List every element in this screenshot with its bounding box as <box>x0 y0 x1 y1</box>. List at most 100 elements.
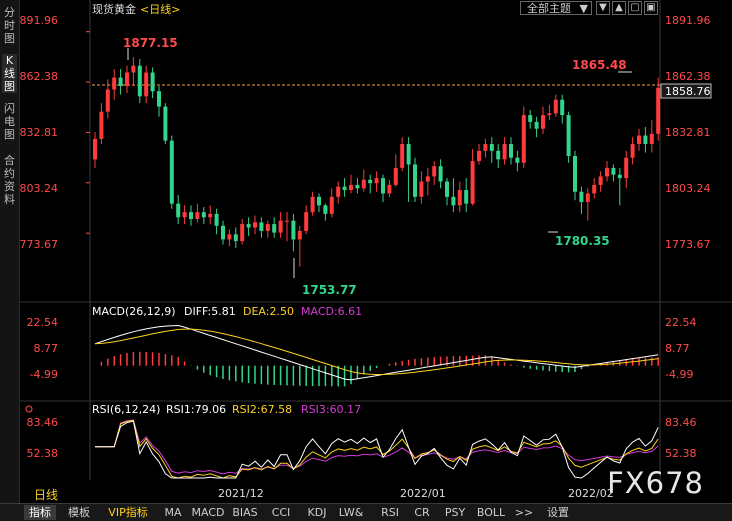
annotation-recent-low: 1780.35 <box>555 234 610 248</box>
side-tab-contract-info[interactable]: 合约资料 <box>2 154 17 206</box>
rsi1-line <box>95 420 659 479</box>
candle-body <box>649 133 654 145</box>
rsi-axis-left-2: 52.38 <box>27 447 59 460</box>
tab-rsi[interactable]: RSI <box>376 505 404 520</box>
candle-body <box>393 167 398 185</box>
side-tab-flash[interactable]: 闪电图 <box>2 102 17 141</box>
rsi-axis-right-1: 83.46 <box>665 416 697 429</box>
rsi1-value: RSI1:79.06 <box>166 403 226 416</box>
price-chart[interactable]: 现货黄金 <日线> 1891.96 1862.38 1832.81 1803.2… <box>20 0 732 503</box>
candle-body <box>278 220 283 233</box>
tab-boll[interactable]: BOLL <box>474 505 508 520</box>
candle-body <box>374 178 379 184</box>
price-axis-right-2: 1862.38 <box>665 70 711 83</box>
macd-dea-value: DEA:2.50 <box>243 305 294 318</box>
candle-body <box>259 222 264 231</box>
candle-body <box>489 144 494 151</box>
price-axis-right-1: 1891.96 <box>665 14 711 27</box>
side-tab-timeshare[interactable]: 分时图 <box>2 6 17 45</box>
side-tab-kline[interactable]: K线图 <box>2 54 17 93</box>
candle-body <box>246 224 251 228</box>
candle-body <box>329 196 334 214</box>
candle-body <box>169 140 174 204</box>
date-label-1: 2021/12 <box>218 487 264 500</box>
tab-cr[interactable]: CR <box>410 505 434 520</box>
tab-templates[interactable]: 模板 <box>62 505 96 520</box>
macd-diff-value: DIFF:5.81 <box>184 305 236 318</box>
price-axis-right-5: 1773.67 <box>665 238 711 251</box>
candle-body <box>470 161 475 204</box>
candle-body <box>105 89 110 112</box>
tab-cci[interactable]: CCI <box>266 505 296 520</box>
price-axis-left-3: 1832.81 <box>20 126 58 139</box>
tab-kdj[interactable]: KDJ <box>302 505 332 520</box>
candle-body <box>451 196 456 206</box>
tab-more[interactable]: >> <box>514 505 534 520</box>
indicator-tab-bar: 指标 模板 VIP指标 MA MACD BIAS CCI KDJ LW& RSI… <box>0 503 732 521</box>
candle-body <box>201 212 206 218</box>
candle-body <box>176 203 181 218</box>
macd-axis-right-2: 8.77 <box>665 342 690 355</box>
annotation-recent-high: 1865.48 <box>572 58 627 72</box>
candle-body <box>483 144 488 151</box>
candle-body <box>118 77 123 87</box>
candle-body <box>317 196 321 206</box>
candle-body <box>643 135 648 145</box>
candle-body <box>457 190 462 206</box>
candle-body <box>637 135 641 145</box>
current-price-label: 1858.76 <box>665 85 711 98</box>
candle-body <box>477 150 481 162</box>
tab-ma[interactable]: MA <box>160 505 186 520</box>
candle-body <box>221 225 225 240</box>
candle-body <box>336 186 341 197</box>
macd-axis-left-2: 8.77 <box>34 342 59 355</box>
candle-body <box>355 184 360 189</box>
date-label-2: 2022/01 <box>400 487 446 500</box>
candle-body <box>310 196 315 213</box>
candle-body <box>605 167 609 177</box>
candle-body <box>195 212 200 219</box>
macd-value: MACD:6.61 <box>301 305 362 318</box>
candle-body <box>617 174 622 179</box>
rsi-axis-left-1: 83.46 <box>27 416 59 429</box>
candle-body <box>227 234 232 240</box>
candle-body <box>208 213 213 218</box>
rsi3-value: RSI3:60.17 <box>301 403 361 416</box>
tab-settings[interactable]: 设置 <box>542 505 574 520</box>
watermark-logo: FX678 <box>607 466 704 500</box>
candle-body <box>573 155 577 192</box>
candle-body <box>285 220 289 222</box>
tab-lw[interactable]: LW& <box>336 505 366 520</box>
candle-body <box>381 178 385 194</box>
candle-body <box>214 213 219 226</box>
candle-body <box>125 72 129 87</box>
tab-indicators[interactable]: 指标 <box>24 505 56 520</box>
price-axis-left-2: 1862.38 <box>20 70 58 83</box>
candle-body <box>592 184 597 194</box>
rsi2-line <box>95 419 659 479</box>
price-axis-right-4: 1803.24 <box>665 182 711 195</box>
indicator-dot-icon[interactable] <box>25 405 33 413</box>
candle-body <box>502 144 507 160</box>
candle-body <box>534 121 539 129</box>
candle-body <box>528 115 533 122</box>
tab-psy[interactable]: PSY <box>440 505 470 520</box>
tab-macd[interactable]: MACD <box>190 505 226 520</box>
candle-body <box>131 65 136 73</box>
candle-body <box>406 144 411 165</box>
annotation-low: 1753.77 <box>302 283 357 297</box>
tab-vip-indicators[interactable]: VIP指标 <box>102 505 154 520</box>
rsi2-value: RSI2:67.58 <box>232 403 292 416</box>
candle-body <box>656 87 661 134</box>
price-axis-left-1: 1891.96 <box>20 14 58 27</box>
rsi-plot <box>95 419 659 479</box>
candle-body <box>323 205 328 214</box>
period-label: <日线> <box>140 2 180 16</box>
candle-body <box>509 144 513 158</box>
candle-body <box>304 212 309 231</box>
macd-header: MACD(26,12,9) <box>92 305 176 318</box>
macd-axis-right-3: -4.99 <box>665 368 693 381</box>
candle-body <box>585 193 590 202</box>
tab-bias[interactable]: BIAS <box>228 505 262 520</box>
candle-body <box>521 115 526 163</box>
